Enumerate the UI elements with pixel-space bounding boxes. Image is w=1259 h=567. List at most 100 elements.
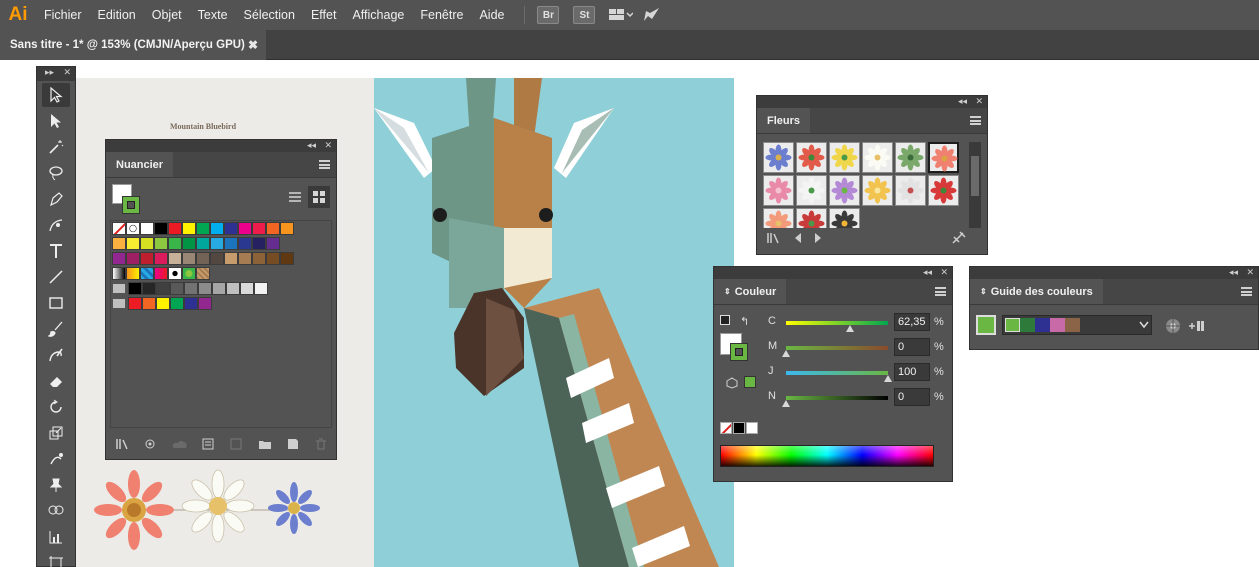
color-swatch[interactable] [238,252,252,265]
color-swatch[interactable] [254,282,268,295]
none-color-button[interactable] [720,422,732,434]
symbols-scrollbar[interactable] [969,142,981,228]
menu-texte[interactable]: Texte [190,0,236,30]
cloud-icon[interactable] [172,438,188,450]
tab-fleurs[interactable]: Fleurs [757,108,811,133]
edit-colors-icon[interactable] [1164,317,1182,335]
color-swatch[interactable] [142,297,156,310]
color-swatch[interactable] [126,252,140,265]
color-swatch[interactable] [224,252,238,265]
color-swatch[interactable] [224,237,238,250]
menu-edition[interactable]: Edition [90,0,144,30]
close-panel-icon[interactable]: ✕ [975,96,983,108]
swatch-library-icon[interactable] [230,438,244,450]
slider-value-j[interactable]: 100 [894,363,930,381]
color-swatch[interactable] [126,237,140,250]
close-panel-icon[interactable]: ✕ [324,140,332,152]
library-icon[interactable] [116,438,130,450]
swatch-gradient-blue[interactable] [140,267,154,280]
color-swatch[interactable] [170,282,184,295]
graph-tool[interactable] [42,525,70,549]
tab-nuancier[interactable]: Nuancier [106,152,174,177]
expand-icon[interactable]: ▸▸ [45,67,54,79]
swatch-gradient-pink[interactable] [154,267,168,280]
color-swatch[interactable] [196,222,210,235]
color-swatch[interactable] [128,297,142,310]
color-swatch[interactable] [112,237,126,250]
harmony-color-swatch[interactable] [1035,318,1050,332]
color-swatch[interactable] [198,297,212,310]
stock-button[interactable]: St [573,6,596,24]
next-icon[interactable] [813,232,823,244]
color-panel-grip[interactable]: ◂◂ ✕ [714,267,952,279]
save-color-group-icon[interactable] [1188,319,1208,333]
white-color-button[interactable] [746,422,758,434]
collapse-icon[interactable]: ◂◂ [1229,267,1238,279]
line-tool[interactable] [42,265,70,289]
slider-thumb-j[interactable] [884,375,892,382]
menu-objet[interactable]: Objet [144,0,190,30]
slider-value-c[interactable]: 62,35 [894,313,930,331]
tab-guide-des-couleurs[interactable]: ⇕ Guide des couleurs [970,279,1103,304]
color-swatch[interactable] [170,297,184,310]
menu-affichage[interactable]: Affichage [344,0,412,30]
flower-symbol[interactable] [763,142,794,173]
document-tab[interactable]: Sans titre - 1* @ 153% (CMJN/Aperçu GPU)… [0,30,266,60]
flower-symbol[interactable] [895,142,926,173]
default-colors-icon[interactable] [720,315,730,325]
close-icon[interactable]: ✖ [248,38,258,52]
flower-symbol[interactable] [763,208,794,228]
flower-symbol[interactable] [829,208,860,228]
flower-symbol[interactable] [796,208,827,228]
gamut-color-swatch[interactable] [744,376,756,388]
color-swatch[interactable] [112,252,126,265]
artboard-tool[interactable] [42,551,70,567]
out-of-gamut-icon[interactable] [726,377,738,389]
color-swatch[interactable] [252,222,266,235]
break-link-icon[interactable] [951,231,967,245]
flower-symbol[interactable] [829,175,860,206]
direct-selection-tool[interactable] [42,109,70,133]
flower-symbol[interactable] [862,175,893,206]
slider-thumb-n[interactable] [782,400,790,407]
guide-panel-grip[interactable]: ◂◂ ✕ [970,267,1258,279]
trash-icon[interactable] [314,438,328,450]
harmony-color-swatch[interactable] [1050,318,1065,332]
color-swatch[interactable] [198,282,212,295]
color-swatch[interactable] [226,282,240,295]
close-panel-icon[interactable]: ✕ [63,67,71,79]
workspace-layout-icon[interactable] [609,5,634,25]
color-swatch[interactable] [168,222,182,235]
color-swatch[interactable] [140,237,154,250]
blend-tool[interactable] [42,499,70,523]
close-panel-icon[interactable]: ✕ [940,267,948,279]
rotate-tool[interactable] [42,395,70,419]
color-group-folder-icon[interactable] [113,284,125,293]
color-swatch[interactable] [154,237,168,250]
color-swatch[interactable] [184,297,198,310]
expand-options-icon[interactable]: ⇕ [724,287,731,296]
color-swatch[interactable] [280,252,294,265]
lasso-tool[interactable] [42,161,70,185]
slider-thumb-c[interactable] [845,325,854,332]
color-swatch[interactable] [252,252,266,265]
tab-couleur[interactable]: ⇕ Couleur [714,279,787,304]
shaper-tool[interactable] [42,343,70,367]
slider-track-c[interactable] [786,321,888,325]
menu-fichier[interactable]: Fichier [36,0,90,30]
scale-tool[interactable] [42,421,70,445]
new-folder-icon[interactable] [258,438,272,450]
stroke-swatch[interactable] [730,343,748,361]
harmony-color-swatch[interactable] [1005,318,1020,332]
color-swatch[interactable] [210,237,224,250]
color-swatch[interactable] [184,282,198,295]
color-group-folder-icon[interactable] [113,299,125,308]
swatch-pattern-texture[interactable] [196,267,210,280]
swatch-gradient-white-black[interactable] [112,267,126,280]
curvature-tool[interactable] [42,213,70,237]
color-swatch[interactable] [266,222,280,235]
swatch-pattern-leaf[interactable] [182,267,196,280]
flower-symbol[interactable] [862,142,893,173]
grid-view-icon[interactable] [308,186,330,208]
menu-aide[interactable]: Aide [471,0,512,30]
